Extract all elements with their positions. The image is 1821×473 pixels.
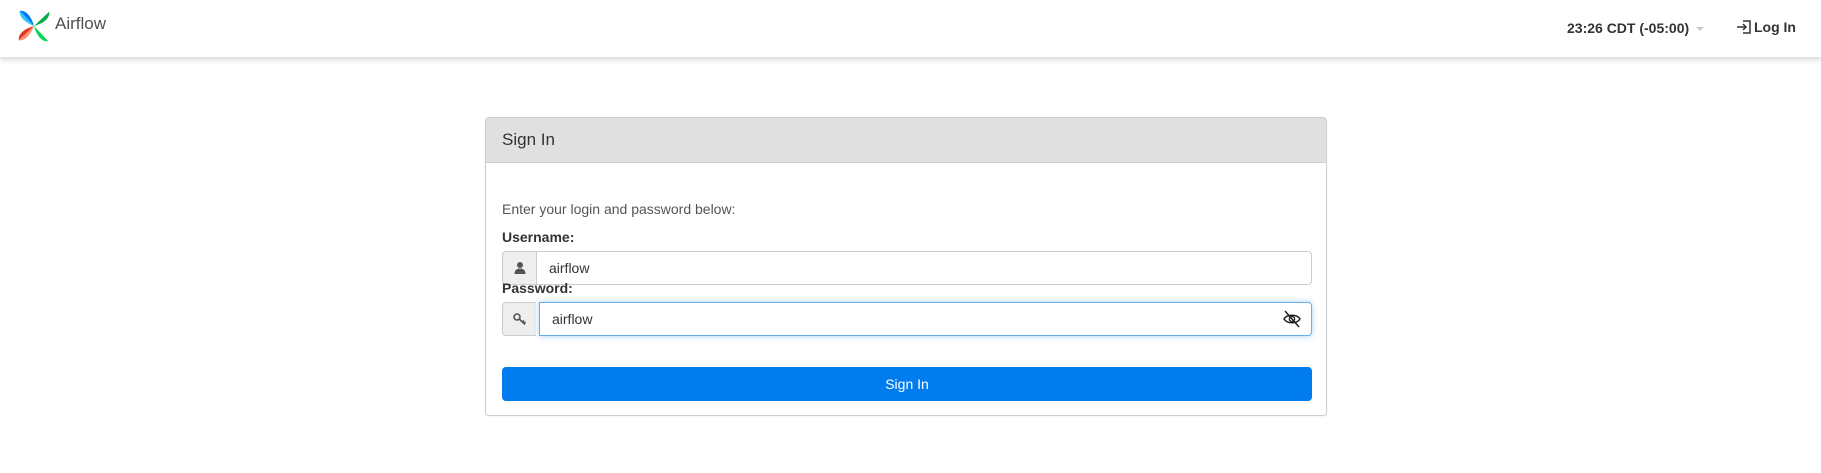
eye-slash-icon[interactable] [1282, 309, 1302, 329]
password-field[interactable] [539, 302, 1312, 336]
airflow-logo-icon [18, 10, 50, 42]
sign-in-panel: Sign In Enter your login and password be… [485, 117, 1327, 416]
password-label: Password: [502, 280, 573, 296]
timezone-dropdown[interactable]: 23:26 CDT (-05:00) [1567, 18, 1705, 38]
login-link-label: Log In [1754, 19, 1796, 35]
login-instructions: Enter your login and password below: [502, 201, 736, 217]
panel-heading: Sign In [486, 118, 1326, 163]
brand-name: Airflow [55, 14, 107, 33]
username-input-group [502, 251, 1312, 285]
username-field[interactable] [536, 251, 1312, 285]
sign-in-button[interactable]: Sign In [502, 367, 1312, 401]
timezone-label: 23:26 CDT (-05:00) [1567, 20, 1690, 36]
username-label: Username: [502, 229, 575, 245]
caret-down-icon [1696, 27, 1705, 31]
password-input-group [502, 302, 1312, 336]
login-link[interactable]: Log In [1735, 17, 1796, 37]
sign-in-icon [1737, 20, 1751, 34]
key-icon-addon [502, 302, 536, 336]
top-navbar: Airflow 23:26 CDT (-05:00) Log In [0, 0, 1821, 58]
brand-link[interactable]: Airflow [15, 6, 106, 46]
user-icon [514, 262, 525, 274]
key-icon [512, 313, 526, 326]
